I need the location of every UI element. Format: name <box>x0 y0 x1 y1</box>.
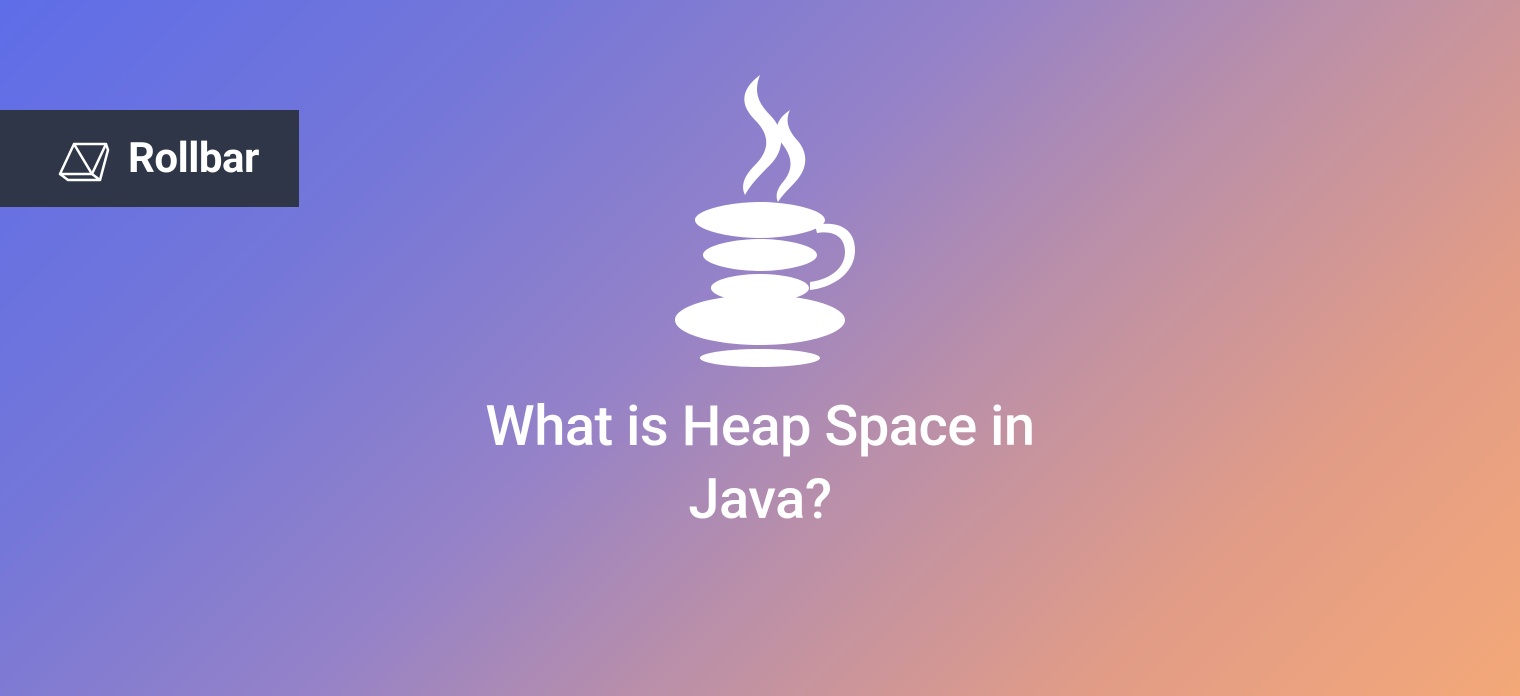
rollbar-logo-icon <box>56 136 112 182</box>
brand-name: Rollbar <box>128 134 259 183</box>
main-content: What is Heap Space in Java? <box>410 70 1110 536</box>
java-icon <box>645 70 875 370</box>
brand-badge: Rollbar <box>0 110 299 207</box>
page-title: What is Heap Space in Java? <box>410 390 1110 536</box>
